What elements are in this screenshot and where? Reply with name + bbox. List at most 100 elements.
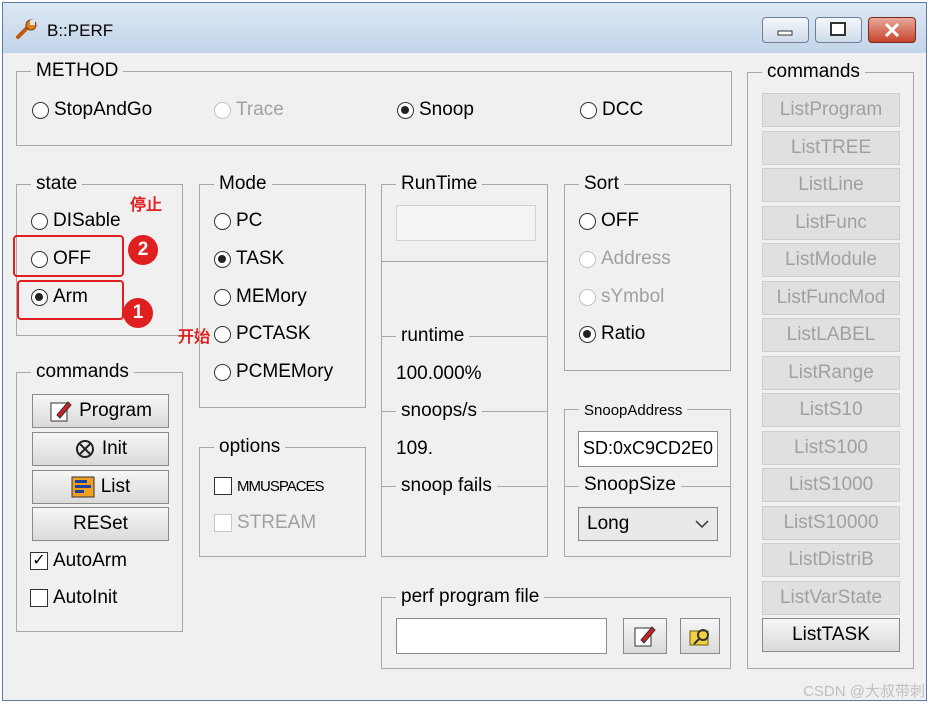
radio-label: DISable <box>53 210 121 231</box>
stop-annotation: 停止 <box>130 197 163 214</box>
maximize-button[interactable] <box>815 17 862 43</box>
method-legend: METHOD <box>31 60 124 82</box>
listline-button[interactable]: ListLine <box>762 168 900 202</box>
sort-symbol-radio[interactable]: sYmbol <box>579 285 664 309</box>
runtime-legend: RunTime <box>396 173 483 195</box>
lists100-button[interactable]: ListS100 <box>762 431 900 465</box>
radio-circle <box>579 288 596 306</box>
stream-checkbox[interactable]: STREAM <box>214 511 316 535</box>
radio-circle <box>214 250 231 268</box>
listvarstate-button[interactable]: ListVarState <box>762 581 900 615</box>
mode-pc-radio[interactable]: PC <box>214 209 262 233</box>
checkbox-box: ✓ <box>30 552 48 570</box>
init-icon <box>75 440 94 458</box>
mode-pcmemory-radio[interactable]: PCMEMory <box>214 360 333 384</box>
init-button[interactable]: Init <box>32 432 169 466</box>
runtime-value: 100.000% <box>396 363 482 384</box>
snoop-fails-label: snoop fails <box>396 475 497 497</box>
perf-file-legend: perf program file <box>396 586 545 608</box>
radio-circle <box>214 325 231 343</box>
chevron-down-icon <box>695 520 709 529</box>
radio-label: PCTASK <box>236 323 311 344</box>
options-legend: options <box>214 436 286 458</box>
method-trace-radio[interactable]: Trace <box>214 98 284 122</box>
minimize-button[interactable] <box>762 17 809 43</box>
sort-legend: Sort <box>579 173 624 195</box>
listtask-button[interactable]: ListTASK <box>762 618 900 652</box>
lists1000-button[interactable]: ListS1000 <box>762 468 900 502</box>
listrange-button[interactable]: ListRange <box>762 356 900 390</box>
radio-label: sYmbol <box>601 286 665 307</box>
snoop-size-legend: SnoopSize <box>579 474 681 496</box>
listdistrib-button[interactable]: ListDistriB <box>762 543 900 577</box>
edit-file-button[interactable] <box>623 618 667 654</box>
radio-label: OFF <box>601 210 639 231</box>
radio-circle <box>579 212 596 230</box>
maximize-icon <box>830 22 846 36</box>
state-disable-radio[interactable]: DISable <box>31 209 121 233</box>
close-button[interactable] <box>868 17 916 43</box>
reset-button[interactable]: RESet <box>32 507 169 541</box>
lists10000-button[interactable]: ListS10000 <box>762 506 900 540</box>
mmuspaces-checkbox[interactable]: MMUSPACES <box>214 474 325 498</box>
perf-window: B::PERF METHOD StopAndGo Trace Snoop DCC <box>2 2 927 701</box>
off-highlight-box <box>13 235 124 277</box>
radio-circle <box>214 288 231 306</box>
checkbox-label: STREAM <box>237 512 317 533</box>
radio-circle <box>579 325 596 343</box>
edit-program-icon <box>50 401 72 422</box>
state-legend: state <box>31 173 83 195</box>
mode-group: Mode PC TASK MEMory PCTASK PCMEMory <box>199 173 366 408</box>
runtime-field[interactable] <box>396 205 536 241</box>
lists10-button[interactable]: ListS10 <box>762 393 900 427</box>
snoop-address-legend: SnoopAddress <box>579 400 688 422</box>
badge-2: 2 <box>128 235 158 265</box>
left-commands-group: commands Program Init List RESet ✓ AutoA… <box>16 361 183 632</box>
arm-highlight-box <box>17 280 124 320</box>
browse-file-button[interactable] <box>680 618 720 654</box>
sort-address-radio[interactable]: Address <box>579 247 671 271</box>
button-label: RESet <box>73 513 128 534</box>
method-stopandgo-radio[interactable]: StopAndGo <box>32 98 152 122</box>
autoarm-checkbox[interactable]: ✓ AutoArm <box>30 549 127 573</box>
autoinit-checkbox[interactable]: AutoInit <box>30 586 117 610</box>
options-group: options MMUSPACES STREAM <box>199 436 366 557</box>
close-icon <box>884 22 900 38</box>
snoop-size-select[interactable]: Long <box>578 507 718 541</box>
radio-circle <box>32 101 49 119</box>
minimize-icon <box>777 30 793 36</box>
listlabel-button[interactable]: ListLABEL <box>762 318 900 352</box>
list-button[interactable]: List <box>32 470 169 504</box>
wrench-icon <box>16 19 37 39</box>
radio-circle <box>214 212 231 230</box>
right-commands-group: commands ListProgram ListTREE ListLine L… <box>747 61 914 669</box>
mode-memory-radio[interactable]: MEMory <box>214 285 307 309</box>
checkbox-box <box>214 477 232 495</box>
method-dcc-radio[interactable]: DCC <box>580 98 643 122</box>
method-snoop-radio[interactable]: Snoop <box>397 98 474 122</box>
listprogram-button[interactable]: ListProgram <box>762 93 900 127</box>
radio-label: PC <box>236 210 263 231</box>
listfunc-button[interactable]: ListFunc <box>762 206 900 240</box>
listmodule-button[interactable]: ListModule <box>762 243 900 277</box>
listfuncmod-button[interactable]: ListFuncMod <box>762 281 900 315</box>
perf-file-input[interactable] <box>396 618 607 654</box>
runtime-label: runtime <box>396 325 470 347</box>
snoop-address-input[interactable]: SD:0xC9CD2E0 <box>578 431 718 467</box>
radio-circle <box>580 101 597 119</box>
radio-label: MEMory <box>236 286 307 307</box>
sort-ratio-radio[interactable]: Ratio <box>579 322 645 346</box>
mode-pctask-radio[interactable]: PCTASK <box>214 322 311 346</box>
listtree-button[interactable]: ListTREE <box>762 131 900 165</box>
sort-off-radio[interactable]: OFF <box>579 209 639 233</box>
radio-label: PCMEMory <box>236 361 334 382</box>
mode-task-radio[interactable]: TASK <box>214 247 284 271</box>
edit-icon <box>634 626 656 647</box>
radio-circle <box>214 101 231 119</box>
checkbox-label: AutoInit <box>53 587 118 608</box>
perf-file-group: perf program file <box>381 586 731 669</box>
program-button[interactable]: Program <box>32 394 169 428</box>
checkbox-label: AutoArm <box>53 550 127 571</box>
radio-label: TASK <box>236 248 285 269</box>
radio-circle <box>214 363 231 381</box>
